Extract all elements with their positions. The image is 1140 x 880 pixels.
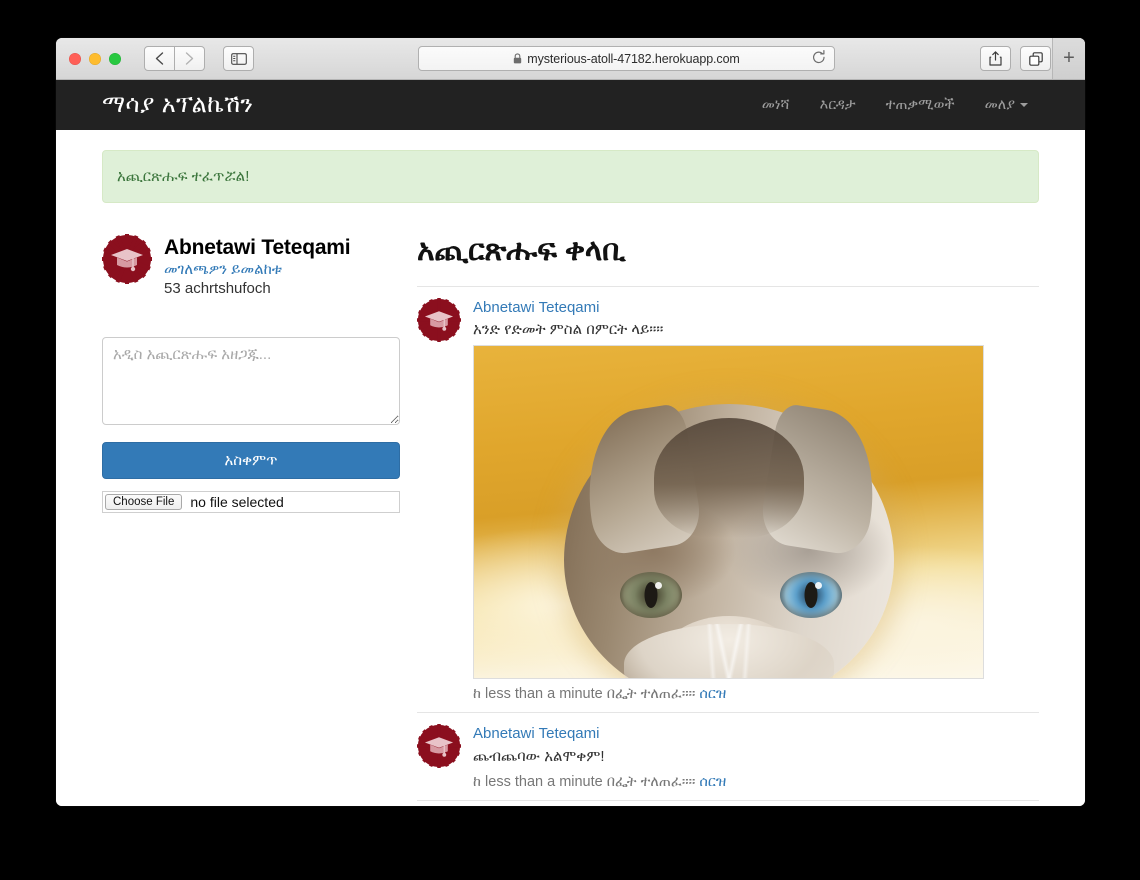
nav-link-account-label: መለያ [984,97,1015,113]
micropost-content: ጨብጨባው አልሞቀም! [473,747,605,765]
micropost-feed: Abnetawi Teteqami አንድ የድመት ምስል በምርት ላይ።። [417,286,1039,806]
micropost-item: Abnetawi Teteqami አንድ የድመት ምስል በምርት ላይ።። [417,286,1039,712]
maximize-window-button[interactable] [109,52,121,65]
user-meta: Abnetawi Teteqami መገለጫዎን ይመልከቱ 53 achrts… [164,234,351,298]
micropost-body: Abnetawi Teteqami አንድ የድመት ምስል በምርት ላይ።። [473,298,1039,702]
micropost-form: አስቀምጥ Choose File no file selected [102,337,400,514]
submit-micropost-button[interactable]: አስቀምጥ [102,442,400,480]
micropost-timestamp: ከ less than a minute በፌት ተለጠፈ።። ሰርዝ [473,686,1039,702]
micropost-author-link[interactable]: Abnetawi Teteqami [473,298,1039,318]
minimize-window-button[interactable] [89,52,101,65]
navigation-buttons [144,46,205,71]
micropost-content: አንድ የድመት ምስል በምርት ላይ።። [473,321,664,339]
micropost-timestamp: ከ less than a minute በፌት ተለጠፈ።። ሰርዝ [473,774,1039,790]
micropost-body: Abnetawi Teteqami ጨብጨባው አልሞቀም! ከ less th… [473,724,1039,789]
nav-link-help[interactable]: እርዳታ [805,97,871,113]
sidebar-column: Abnetawi Teteqami መገለጫዎን ይመልከቱ 53 achrts… [102,234,400,806]
feed-title: አጪርጽሑፍ ቀላቢ [417,234,626,267]
content-row: Abnetawi Teteqami መገለጫዎን ይመልከቱ 53 achrts… [102,234,1039,806]
close-window-button[interactable] [69,52,81,65]
flash-alert: አጪርጽሑፍ ተፈጥሯል! [102,150,1039,203]
chevron-right-icon [185,52,194,65]
back-button[interactable] [144,46,175,71]
nav-link-users[interactable]: ተጠቃሚወች [871,97,970,113]
delete-micropost-link[interactable]: ሰርዝ [699,774,726,790]
micropost-timestamp-text: ከ less than a minute በፌት ተለጠፈ።። [473,686,696,703]
window-controls [69,52,121,65]
new-tab-button[interactable]: + [1052,38,1085,79]
delete-micropost-link[interactable]: ሰርዝ [699,686,726,702]
graduation-cap-avatar-icon[interactable] [417,298,461,342]
show-tabs-icon [1028,51,1043,66]
micropost-count: 53 achrtshufoch [164,280,271,298]
micropost-input[interactable] [102,337,400,426]
micropost-timestamp-text: ከ less than a minute በፌት ተለጠፈ።። [473,773,696,790]
forward-button[interactable] [175,46,205,71]
user-info: Abnetawi Teteqami መገለጫዎን ይመልከቱ 53 achrts… [102,234,400,297]
lock-icon [513,53,522,64]
graduation-cap-avatar-icon[interactable] [417,724,461,769]
sidebar-toggle-button[interactable] [223,46,254,71]
chevron-left-icon [155,52,164,65]
kitten-photo [474,346,983,679]
image-upload-field[interactable]: Choose File no file selected [102,491,400,514]
micropost-author-link[interactable]: Abnetawi Teteqami [473,724,1039,744]
navbar-links: መነሻ እርዳታ ተጠቃሚወች መለያ [747,97,1043,113]
browser-window: mysterious-atoll-47182.herokuapp.com + ማ… [56,38,1085,806]
feed-column: አጪርጽሑፍ ቀላቢ Abnetawi Teteqami አንድ የድመት ምስ… [400,234,1039,806]
page-container: አጪርጽሑፍ ተፈጥሯል! Abnetawi Teteqami መገለጫዎን ይ… [56,150,1085,806]
user-name: Abnetawi Teteqami [164,236,351,259]
address-bar[interactable]: mysterious-atoll-47182.herokuapp.com [418,46,835,71]
micropost-item: Abnetawi Teteqami ጨብጨባው አልሞቀም! ከ less th… [417,712,1039,799]
web-page: ማሳያ አፕልኬሽን መነሻ እርዳታ ተጠቃሚወች መለያ አጪርጽሑፍ ተፈ… [56,80,1085,806]
nav-link-home[interactable]: መነሻ [747,97,805,113]
micropost-image [473,345,984,680]
chevron-down-icon [1020,103,1028,108]
show-tabs-button[interactable] [1020,46,1051,71]
reload-icon[interactable] [812,50,826,70]
site-brand[interactable]: ማሳያ አፕልኬሽን [102,93,253,117]
browser-toolbar: mysterious-atoll-47182.herokuapp.com + [56,38,1085,80]
micropost-item: Abnetawi Teteqami [417,799,1039,807]
nav-link-account[interactable]: መለያ [970,97,1043,113]
file-status-text: no file selected [190,494,284,511]
sidebar-toggle-icon [230,52,247,65]
graduation-cap-avatar-icon [102,234,152,284]
choose-file-button[interactable]: Choose File [105,494,183,511]
view-profile-link[interactable]: መገለጫዎን ይመልከቱ [164,261,350,278]
share-icon [989,51,1002,66]
site-navbar: ማሳያ አፕልኬሽን መነሻ እርዳታ ተጠቃሚወች መለያ [56,80,1085,130]
toolbar-right-buttons [980,46,1051,71]
url-text: mysterious-atoll-47182.herokuapp.com [527,51,740,66]
share-button[interactable] [980,46,1011,71]
